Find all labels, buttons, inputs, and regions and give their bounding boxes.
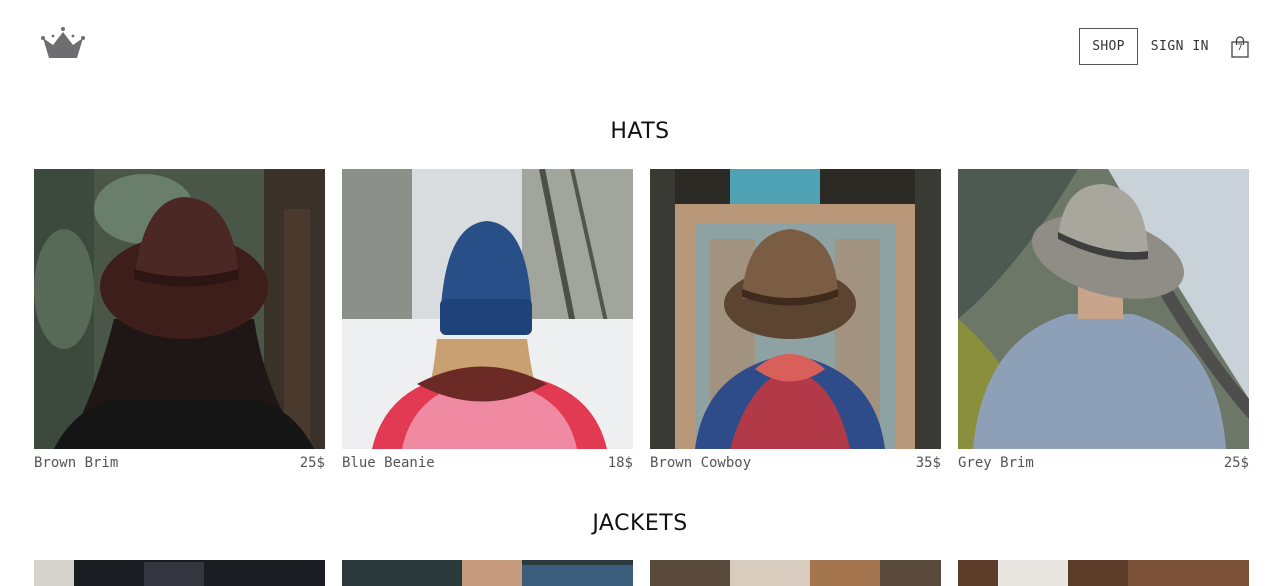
product-image[interactable]	[34, 560, 325, 586]
header: SHOP SIGN IN 7	[0, 0, 1280, 90]
product-meta: Blue Beanie 18$	[342, 455, 633, 471]
product-image[interactable]	[958, 560, 1249, 586]
product-card[interactable]	[34, 560, 325, 586]
section-title-hats[interactable]: HATS	[0, 119, 1280, 144]
jackets-product-grid	[34, 560, 1249, 586]
product-name: Brown Brim	[34, 455, 119, 471]
product-card[interactable]	[342, 560, 633, 586]
product-card[interactable]: Blue Beanie 18$	[342, 169, 633, 471]
product-name: Brown Cowboy	[650, 455, 752, 471]
product-image[interactable]	[342, 560, 633, 586]
product-price: 25$	[299, 455, 325, 471]
product-image[interactable]	[650, 560, 941, 586]
product-name: Blue Beanie	[342, 455, 435, 471]
product-price: 18$	[607, 455, 633, 471]
product-name: Grey Brim	[958, 455, 1034, 471]
product-card[interactable]: Brown Brim 25$	[34, 169, 325, 471]
product-price: 35$	[915, 455, 941, 471]
product-image[interactable]	[958, 169, 1249, 449]
product-price: 25$	[1223, 455, 1249, 471]
product-card[interactable]	[958, 560, 1249, 586]
product-card[interactable]: Grey Brim 25$	[958, 169, 1249, 471]
top-nav: SHOP SIGN IN 7	[1079, 28, 1250, 65]
product-meta: Grey Brim 25$	[958, 455, 1249, 471]
product-meta: Brown Brim 25$	[34, 455, 325, 471]
product-card[interactable]: Brown Cowboy 35$	[650, 169, 941, 471]
hats-product-grid: Brown Brim 25$ Blue Beanie 18$ Brown Cow…	[34, 169, 1249, 471]
section-title-jackets[interactable]: JACKETS	[0, 511, 1280, 536]
cart-count: 7	[1237, 42, 1243, 53]
shop-link[interactable]: SHOP	[1079, 28, 1138, 65]
product-image[interactable]	[342, 169, 633, 449]
product-image[interactable]	[34, 169, 325, 449]
crown-icon[interactable]	[40, 24, 86, 60]
shopping-bag-button[interactable]: 7	[1230, 35, 1250, 58]
product-card[interactable]	[650, 560, 941, 586]
product-meta: Brown Cowboy 35$	[650, 455, 941, 471]
product-image[interactable]	[650, 169, 941, 449]
sign-in-link[interactable]: SIGN IN	[1151, 39, 1209, 54]
